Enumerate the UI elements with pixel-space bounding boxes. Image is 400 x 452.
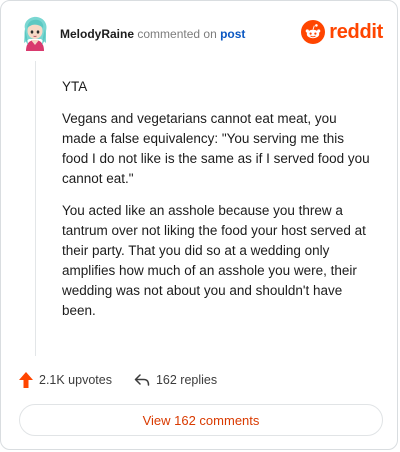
comment-body: YTA Vegans and vegetarians cannot eat me…	[62, 77, 370, 333]
upvote-count: 2.1K upvotes	[39, 373, 112, 387]
comment-paragraph: YTA	[62, 79, 88, 94]
view-comments-button[interactable]: View 162 comments	[19, 404, 383, 436]
comment-card: MelodyRaine commented on post reddit YTA…	[0, 0, 398, 450]
brand-wordmark: reddit	[329, 20, 383, 43]
comment-paragraph: You acted like an asshole because you th…	[62, 203, 366, 318]
avatar-icon	[24, 16, 47, 51]
upvote-arrow-icon	[19, 372, 33, 388]
action-text: commented on	[137, 27, 217, 41]
reddit-logo[interactable]: reddit	[301, 19, 383, 45]
reply-button[interactable]: 162 replies	[134, 373, 217, 387]
avatar[interactable]	[19, 15, 51, 51]
reddit-snoo-icon	[301, 20, 326, 44]
comment-header: MelodyRaine commented on post reddit	[19, 15, 383, 51]
post-link[interactable]: post	[220, 27, 245, 41]
comment-meta: MelodyRaine commented on post	[60, 27, 245, 41]
reply-arrow-icon	[134, 374, 150, 386]
comment-paragraph: Vegans and vegetarians cannot eat meat, …	[62, 111, 370, 186]
comment-actions: 2.1K upvotes 162 replies	[19, 371, 217, 389]
upvote-button[interactable]: 2.1K upvotes	[19, 372, 112, 388]
reply-count: 162 replies	[155, 373, 218, 387]
username[interactable]: MelodyRaine	[60, 27, 134, 41]
thread-line	[35, 61, 36, 356]
